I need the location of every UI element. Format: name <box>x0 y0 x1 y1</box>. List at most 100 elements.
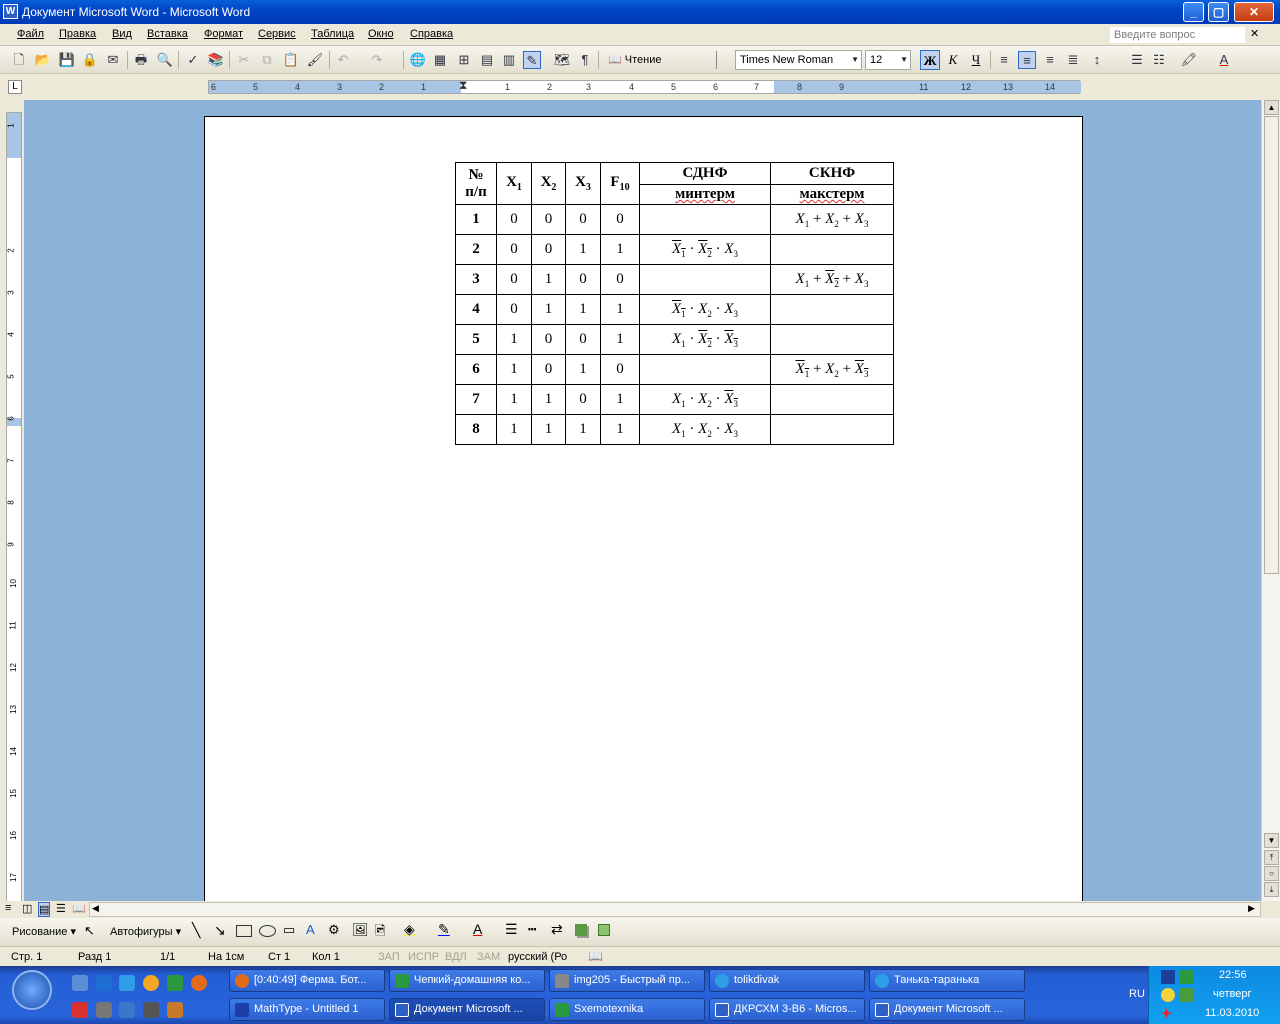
cut-icon[interactable]: ✂ <box>235 51 253 69</box>
menu-view[interactable]: Вид <box>112 28 132 40</box>
align-left-icon[interactable]: ≡ <box>995 51 1013 69</box>
web-view-icon[interactable]: ◫ <box>22 902 32 915</box>
skype-icon[interactable] <box>119 975 135 991</box>
menu-insert[interactable]: Вставка <box>147 28 188 40</box>
tab-selector[interactable]: L <box>8 80 22 94</box>
select-pointer-icon[interactable]: ↖ <box>84 923 95 939</box>
antivirus-icon[interactable]: ✦ <box>1161 1006 1175 1021</box>
icq-icon[interactable] <box>143 975 159 991</box>
insert-excel-icon[interactable]: ▤ <box>478 51 496 69</box>
print-preview-icon[interactable]: 🔍 <box>156 51 174 69</box>
quicklaunch-icon[interactable] <box>96 975 112 991</box>
email-icon[interactable]: ✉ <box>104 51 122 69</box>
insert-table-icon[interactable]: ⊞ <box>455 51 473 69</box>
paste-icon[interactable]: 📋 <box>282 51 300 69</box>
vertical-ruler[interactable]: 1 2 3 4 5 6 7 8 9 10 11 12 13 14 15 16 1… <box>6 112 22 902</box>
format-painter-icon[interactable]: 🖌 <box>306 51 324 69</box>
firefox-icon[interactable] <box>191 975 207 991</box>
bold-button[interactable]: Ж <box>920 50 940 70</box>
save-icon[interactable]: 💾 <box>58 51 76 69</box>
taskbar-button[interactable]: Танька-таранька <box>869 969 1025 992</box>
reading-view-icon[interactable]: 📖 <box>72 902 86 915</box>
network-icon[interactable] <box>1180 988 1194 1002</box>
justify-icon[interactable]: ≣ <box>1064 51 1082 69</box>
explorer-icon[interactable] <box>119 1002 135 1018</box>
outline-view-icon[interactable]: ☰ <box>56 902 66 915</box>
taskbar-button-active[interactable]: Документ Microsoft ... <box>389 998 545 1021</box>
menu-window[interactable]: Окно <box>368 28 394 40</box>
open-icon[interactable]: 📂 <box>34 51 52 69</box>
dash-style-icon[interactable]: ┅ <box>528 921 536 938</box>
clock-time[interactable]: 22:56 <box>1219 969 1247 981</box>
close-doc-icon[interactable]: ✕ <box>1250 27 1259 40</box>
copy-icon[interactable]: ⧉ <box>258 51 276 69</box>
arrow-style-icon[interactable]: ⇄ <box>551 921 563 938</box>
prev-page-icon[interactable]: ⤒ <box>1264 850 1279 865</box>
align-center-icon[interactable]: ≡ <box>1018 51 1036 69</box>
menu-table[interactable]: Таблица <box>311 28 354 40</box>
qip-icon[interactable] <box>167 975 183 991</box>
scroll-left-icon[interactable]: ◀ <box>92 903 99 914</box>
align-right-icon[interactable]: ≡ <box>1041 51 1059 69</box>
vertical-scrollbar[interactable]: ▲ ▼ ⤒ ○ ⤓ <box>1261 100 1280 901</box>
underline-button[interactable]: Ч <box>966 50 986 70</box>
yandex-icon[interactable] <box>72 1002 88 1018</box>
permission-icon[interactable]: 🔒 <box>81 51 99 69</box>
redo-icon[interactable]: ↷ <box>368 51 386 69</box>
oval-icon[interactable] <box>259 925 276 937</box>
horizontal-ruler[interactable]: 6 5 4 3 2 1 ⧗ 1 2 3 4 5 6 7 8 9 11 12 13… <box>208 78 1081 94</box>
shadow-style-icon[interactable] <box>575 924 587 936</box>
tables-borders-icon[interactable]: ▦ <box>431 51 449 69</box>
status-ext[interactable]: ВДЛ <box>445 951 467 963</box>
document-area[interactable]: № п/п X1 X2 X3 F10 СДНФ СКНФ минтерм макс… <box>24 100 1261 901</box>
taskbar-button[interactable]: ДКРСХМ 3-В6 - Micros... <box>709 998 865 1021</box>
line-color-icon[interactable]: ✎ <box>438 921 450 938</box>
taskbar-button[interactable]: img205 - Быстрый пр... <box>549 969 705 992</box>
highlight-icon[interactable]: 🖍 <box>1180 51 1198 69</box>
scroll-right-icon[interactable]: ▶ <box>1248 903 1255 914</box>
research-icon[interactable]: 📚 <box>207 51 225 69</box>
textbox-icon[interactable]: ▭ <box>283 922 295 938</box>
reading-button[interactable]: 📖 Чтение <box>608 53 661 66</box>
wordart-icon[interactable]: A <box>306 922 315 937</box>
print-icon[interactable]: 🖶 <box>132 51 150 69</box>
status-rec[interactable]: ЗАП <box>378 951 400 963</box>
draw-menu[interactable]: Рисование ▾ <box>12 925 76 938</box>
font-size-combo[interactable]: 12 ▼ <box>865 50 911 70</box>
messenger-icon[interactable] <box>1161 988 1175 1002</box>
taskbar-button[interactable]: [0:40:49] Ферма. Бот... <box>229 969 385 992</box>
status-ovr[interactable]: ЗАМ <box>477 951 500 963</box>
word-app-icon[interactable]: W <box>3 4 18 19</box>
document-page[interactable]: № п/п X1 X2 X3 F10 СДНФ СКНФ минтерм макс… <box>204 116 1083 901</box>
horizontal-scrollbar[interactable]: ◀ ▶ <box>89 902 1261 917</box>
diagram-icon[interactable]: ⚙ <box>328 922 340 938</box>
spelling-status-icon[interactable]: 📖 <box>588 949 603 963</box>
font-name-combo[interactable]: Times New Roman ▼ <box>735 50 862 70</box>
taskbar-button[interactable]: Документ Microsoft ... <box>869 998 1025 1021</box>
fill-color-icon[interactable]: ◈ <box>404 921 415 938</box>
menu-format[interactable]: Формат <box>204 28 243 40</box>
numbering-icon[interactable]: ☰ <box>1128 51 1146 69</box>
italic-button[interactable]: К <box>943 50 963 70</box>
taskbar-button[interactable]: Чепкий-домашняя ко... <box>389 969 545 992</box>
spelling-icon[interactable]: ✓ <box>184 51 202 69</box>
font-color-icon[interactable]: A <box>1215 51 1233 69</box>
drawing-icon[interactable]: ✎ <box>523 51 541 69</box>
start-button[interactable] <box>12 970 52 1010</box>
hyperlink-icon[interactable]: 🌐 <box>409 51 427 69</box>
scroll-up-icon[interactable]: ▲ <box>1264 100 1279 115</box>
indent-marker-icon[interactable]: ⧗ <box>459 78 467 93</box>
taskbar-button[interactable]: MathType - Untitled 1 <box>229 998 385 1021</box>
taskbar-button[interactable]: tolikdivak <box>709 969 865 992</box>
minimize-icon[interactable]: _ <box>1183 2 1204 22</box>
tray-icon[interactable] <box>1161 970 1175 984</box>
undo-icon[interactable]: ↶ <box>334 51 352 69</box>
close-icon[interactable]: ✕ <box>1234 2 1274 22</box>
print-layout-icon[interactable]: ▤ <box>38 902 51 917</box>
status-trk[interactable]: ИСПР <box>408 951 439 963</box>
scroll-down-icon[interactable]: ▼ <box>1264 833 1279 848</box>
show-desktop-icon[interactable] <box>72 975 88 991</box>
3d-style-icon[interactable] <box>598 924 610 936</box>
folder-icon[interactable] <box>96 1002 112 1018</box>
picture-icon[interactable]: 🖻 <box>375 922 385 944</box>
